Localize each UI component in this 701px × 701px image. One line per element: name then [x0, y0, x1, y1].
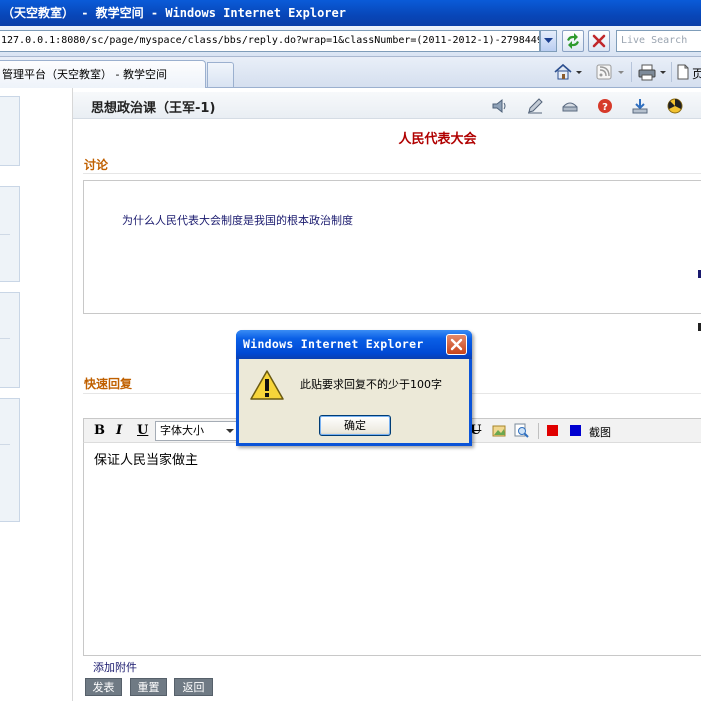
feeds-dropdown-icon[interactable] [617, 63, 625, 81]
home-icon[interactable] [553, 63, 573, 81]
new-tab-button[interactable] [207, 62, 234, 87]
tab-label: 管理平台（天空教室） - 教学空间 [2, 68, 167, 81]
preview-icon[interactable] [514, 423, 529, 438]
live-search-input[interactable]: Live Search [616, 30, 701, 52]
feeds-icon[interactable] [596, 63, 612, 81]
home-dropdown-icon[interactable] [575, 63, 583, 81]
text-color-red-icon[interactable] [545, 423, 560, 438]
refresh-icon [567, 33, 579, 49]
dialog-title: Windows Internet Explorer [243, 337, 424, 351]
dialog-close-button[interactable] [446, 334, 467, 355]
tab-current-page[interactable]: 管理平台（天空教室） - 教学空间 [0, 60, 206, 88]
address-dropdown-button[interactable] [540, 30, 557, 52]
post-content-box [83, 180, 701, 314]
post-title: 人民代表大会 [398, 132, 477, 147]
italic-button[interactable]: I [116, 423, 122, 438]
window-titlebar: （天空教室） - 教学空间 - Windows Internet Explore… [0, 0, 701, 26]
text-color-blue-icon[interactable] [568, 423, 583, 438]
dialog-titlebar: Windows Internet Explorer [236, 330, 472, 359]
announcement-icon[interactable] [491, 97, 509, 115]
font-size-select-value: 字体大小 [160, 424, 204, 437]
chevron-down-icon [544, 38, 553, 43]
download-icon[interactable] [631, 97, 649, 115]
logout-icon[interactable] [666, 97, 684, 115]
post-body-text: 为什么人民代表大会制度是我国的根本政治制度 [122, 214, 353, 227]
nav-block [0, 398, 20, 522]
nav-divider [0, 338, 10, 339]
discussion-label: 讨论 [84, 158, 109, 172]
stop-icon [592, 34, 606, 48]
section-divider [83, 173, 701, 174]
add-attachment-link[interactable]: 添加附件 [93, 659, 137, 675]
address-toolbar: 127.0.0.1:8080/sc/page/myspace/class/bbs… [0, 26, 701, 57]
help-icon[interactable]: ? [596, 97, 614, 115]
tab-bar: 管理平台（天空教室） - 教学空间 页 [0, 57, 701, 88]
warning-icon [250, 370, 284, 400]
reply-editor-text: 保证人民当家做主 [94, 453, 199, 468]
nav-divider [0, 234, 10, 235]
page-menu-label[interactable]: 页 [692, 65, 701, 82]
svg-text:?: ? [602, 102, 608, 113]
window-title: （天空教室） - 教学空间 - Windows Internet Explore… [2, 6, 346, 20]
address-input[interactable]: 127.0.0.1:8080/sc/page/myspace/class/bbs… [0, 30, 540, 52]
print-dropdown-icon[interactable] [659, 63, 667, 81]
left-nav-panel [0, 88, 70, 701]
submit-button[interactable]: 发表 [85, 678, 122, 696]
reply-editor[interactable]: 保证人民当家做主 [83, 443, 701, 656]
print-icon[interactable] [637, 63, 657, 81]
toolbar-separator [538, 423, 539, 439]
insert-image-icon[interactable] [492, 423, 507, 438]
toolbar-separator [631, 62, 632, 82]
course-title: 思想政治课（王军-1) [91, 101, 216, 116]
stop-button[interactable] [588, 30, 610, 52]
alert-dialog: Windows Internet Explorer 此贴要求回复不的少于100字… [236, 330, 472, 446]
dialog-message: 此贴要求回复不的少于100字 [300, 378, 442, 391]
ok-button[interactable]: 确定 [319, 415, 391, 436]
toolbar-separator [671, 62, 672, 82]
chevron-down-icon [226, 429, 234, 433]
reset-button[interactable]: 重置 [130, 678, 167, 696]
bold-button[interactable]: B [94, 423, 105, 438]
page-menu-icon[interactable] [676, 63, 690, 81]
course-header: 思想政治课（王军-1) ? [73, 92, 701, 119]
discussion-icon[interactable] [561, 97, 579, 115]
underline-button[interactable]: U [137, 423, 148, 438]
quick-reply-label: 快速回复 [84, 377, 133, 391]
refresh-button[interactable] [562, 30, 584, 52]
back-button[interactable]: 返回 [174, 678, 213, 696]
nav-block [0, 292, 20, 388]
nav-block [0, 96, 20, 166]
screenshot-button[interactable]: 截图 [589, 424, 611, 440]
font-size-select[interactable]: 字体大小 [155, 421, 239, 441]
nav-divider [0, 444, 10, 445]
close-icon [450, 338, 463, 351]
edit-icon[interactable] [526, 97, 544, 115]
